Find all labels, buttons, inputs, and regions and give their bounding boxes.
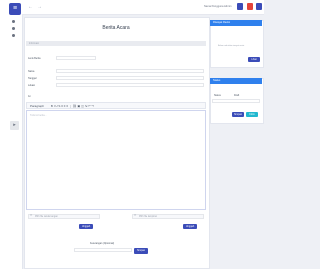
type-select[interactable] [56,56,96,60]
view-history-button[interactable]: Lihat [248,57,260,62]
content-editor[interactable]: Tulis isi berita... [26,110,206,210]
notes-input[interactable] [74,248,132,252]
field-label-location: Lokasi [28,84,35,87]
save-button[interactable]: Simpan [134,248,148,254]
status-save-button[interactable]: Simpan [232,112,244,117]
paragraph-select[interactable]: Paragraph [30,104,44,108]
sidebar-toggle-button[interactable]: ▸ [10,121,19,130]
sidebar-item-home[interactable] [12,20,15,23]
user-name: Nama Pengguna Admin [204,5,232,8]
sidebar-item-settings[interactable] [12,34,15,37]
location-field[interactable] [56,83,204,87]
status-panel-title: Status [210,78,262,84]
upload-attachment-button[interactable]: Unggah [183,224,197,229]
sidebar [0,0,23,269]
upload-signature-button[interactable]: Unggah [79,224,93,229]
notification-icon[interactable] [247,3,253,10]
upload-icon: ☐ [30,214,33,217]
revision-empty-text: Belum ada data riwayat revisi. [218,45,245,47]
user-avatar[interactable] [237,3,243,10]
back-arrow-icon[interactable]: ← [28,4,33,10]
field-label-content: Isi [28,95,31,98]
app-logo[interactable]: ≡ [9,3,21,15]
format-buttons[interactable]: B I U S ≡ ≡ ≡ ⋮ ⛓ ▣ ◫ ⇲ ↶ ↷ [51,104,94,108]
field-label-date: Tanggal [28,77,37,80]
field-label-name: Nama [28,70,35,73]
revision-panel-title: Riwayat Revisi [210,20,262,26]
section-bar: Informasi [26,41,206,46]
status-field[interactable] [212,99,260,103]
status-submit-button[interactable]: Kirim [246,112,258,117]
name-field[interactable] [56,69,204,73]
sidebar-item-documents[interactable] [12,27,15,30]
settings-icon[interactable] [256,3,262,10]
signature-upload-input[interactable]: Pilih file tanda tangan [28,214,100,219]
upload-icon: ☐ [134,214,137,217]
notes-label: Keterangan (Opsional) [90,242,115,245]
attachment-upload-input[interactable]: Pilih file lampiran [132,214,204,219]
status-value: Draft [234,94,240,97]
status-label: Status [214,94,221,97]
forward-icon[interactable]: → [37,4,42,10]
editor-placeholder: Tulis isi berita... [30,114,47,117]
type-label: Jenis Berita [28,57,41,60]
editor-toolbar[interactable]: Paragraph B I U S ≡ ≡ ≡ ⋮ ⛓ ▣ ◫ ⇲ ↶ ↷ [26,102,206,109]
page-title: Berita Acara [102,25,130,31]
date-field[interactable] [56,76,204,80]
